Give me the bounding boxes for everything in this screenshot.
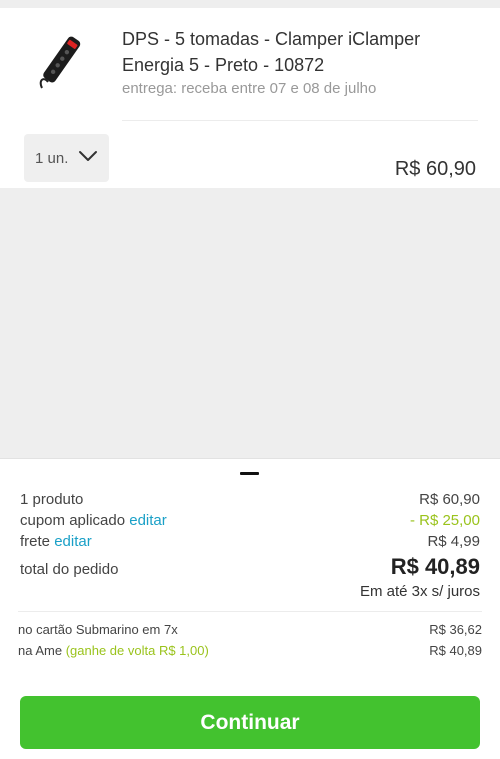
shipping-row: frete editar R$ 4,99	[20, 533, 480, 550]
coupon-row: cupom aplicado editar - R$ 25,00	[20, 512, 480, 529]
power-strip-product-image[interactable]	[34, 30, 86, 94]
total-label: total do pedido	[20, 561, 119, 578]
divider	[18, 611, 482, 612]
shipping-edit-link[interactable]: editar	[54, 533, 92, 550]
card-label: no cartão Submarino em 7x	[18, 622, 178, 637]
top-strip	[0, 0, 500, 8]
coupon-label-group: cupom aplicado editar	[20, 512, 167, 529]
chevron-down-icon	[79, 151, 97, 161]
products-value: R$ 60,90	[419, 491, 480, 508]
ame-cashback: (ganhe de volta R$ 1,00)	[65, 643, 209, 658]
cart-item: DPS - 5 tomadas - Clamper iClamper Energ…	[0, 8, 500, 188]
installments-note: Em até 3x s/ juros	[359, 583, 480, 600]
divider	[122, 120, 478, 121]
coupon-value: - R$ 25,00	[409, 512, 480, 529]
total-row: total do pedido R$ 40,89	[20, 554, 480, 580]
card-value: R$ 36,62	[429, 622, 482, 637]
ame-label-group: na Ame (ganhe de volta R$ 1,00)	[18, 643, 209, 658]
empty-background	[0, 188, 500, 458]
order-summary-panel: 1 produto R$ 60,90 cupom aplicado editar…	[0, 458, 500, 759]
continue-button[interactable]: Continuar	[20, 696, 480, 749]
item-price: R$ 60,90	[394, 158, 476, 180]
products-row: 1 produto R$ 60,90	[20, 491, 480, 508]
coupon-label: cupom aplicado	[20, 512, 130, 529]
quantity-value: 1 un.	[35, 149, 69, 167]
ame-value: R$ 40,89	[429, 643, 482, 658]
ame-payment-row: na Ame (ganhe de volta R$ 1,00) R$ 40,89	[18, 643, 482, 658]
products-label: 1 produto	[20, 491, 84, 508]
delivery-estimate: entrega: receba entre 07 e 08 de julho	[122, 80, 377, 97]
product-title[interactable]: DPS - 5 tomadas - Clamper iClamper Energ…	[122, 26, 482, 78]
drag-handle[interactable]	[240, 472, 259, 475]
shipping-label: frete	[20, 533, 55, 550]
shipping-value: R$ 4,99	[427, 533, 480, 550]
shipping-label-group: frete editar	[20, 533, 92, 550]
total-value: R$ 40,89	[390, 554, 480, 579]
coupon-edit-link[interactable]: editar	[129, 512, 167, 529]
ame-label: na Ame	[18, 643, 66, 658]
quantity-dropdown[interactable]: 1 un.	[24, 134, 109, 182]
card-payment-row: no cartão Submarino em 7x R$ 36,62	[18, 622, 482, 637]
